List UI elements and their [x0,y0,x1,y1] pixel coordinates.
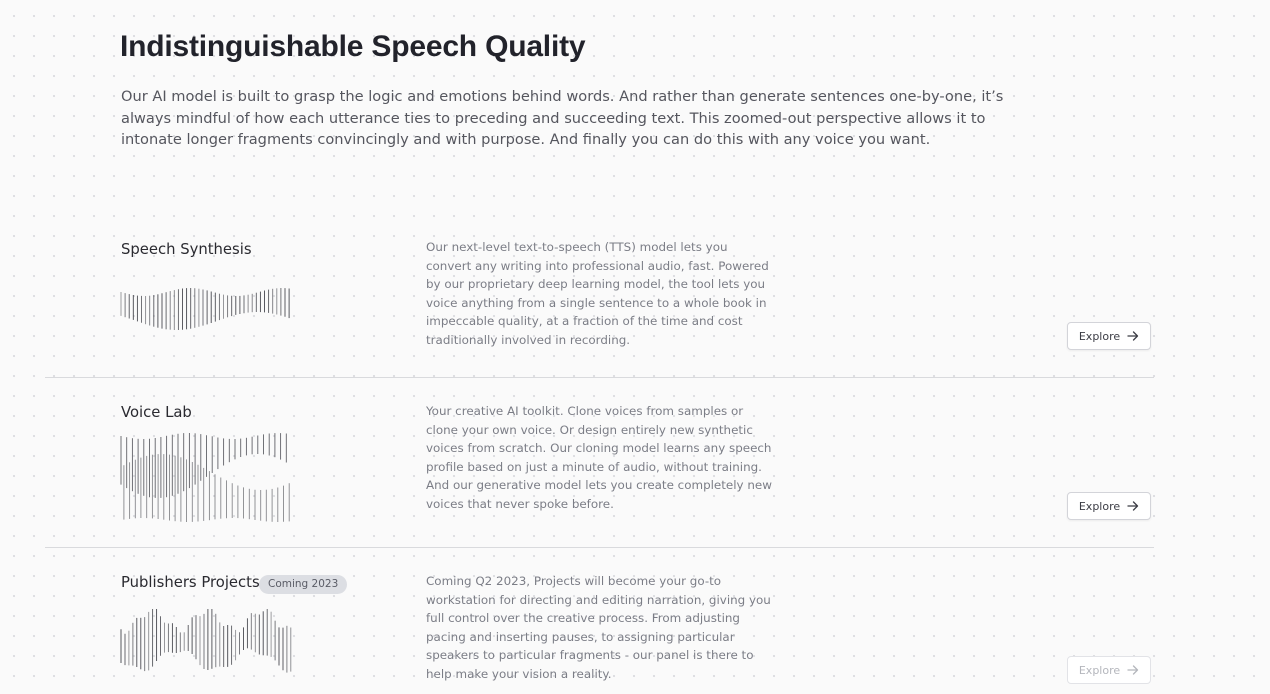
section-speech-synthesis: Speech Synthesis Our next-level text-to-… [45,225,1154,378]
explore-button-label: Explore [1078,329,1121,343]
explore-button[interactable]: Explore [1067,656,1151,684]
waveform-icon [120,433,290,522]
explore-button-label: Explore [1078,663,1121,677]
arrow-right-icon [1127,665,1139,675]
section-description: Our next-level text-to-speech (TTS) mode… [426,240,769,347]
section-description: Coming Q2 2023, Projects will become you… [426,574,771,681]
section-title: Voice Lab [121,404,192,421]
arrow-right-icon [1127,331,1139,341]
intro-paragraph: Our AI model is built to grasp the logic… [121,88,1004,148]
explore-button-label: Explore [1078,499,1121,513]
section-title: Speech Synthesis [121,241,252,258]
section-voice-lab: Voice Lab Your creative AI toolkit. Clon… [45,378,1154,548]
page-title: Indistinguishable Speech Quality [120,30,586,63]
section-description: Your creative AI toolkit. Clone voices f… [426,404,772,511]
section-title: Publishers Projects [121,574,260,591]
explore-button[interactable]: Explore [1067,322,1151,350]
explore-button[interactable]: Explore [1067,492,1151,520]
section-publishers-projects: Publishers Projects Coming 2023 Coming Q… [45,548,1154,694]
waveform-icon [120,609,292,673]
coming-soon-badge: Coming 2023 [259,575,348,594]
waveform-icon [120,288,290,330]
arrow-right-icon [1127,501,1139,511]
